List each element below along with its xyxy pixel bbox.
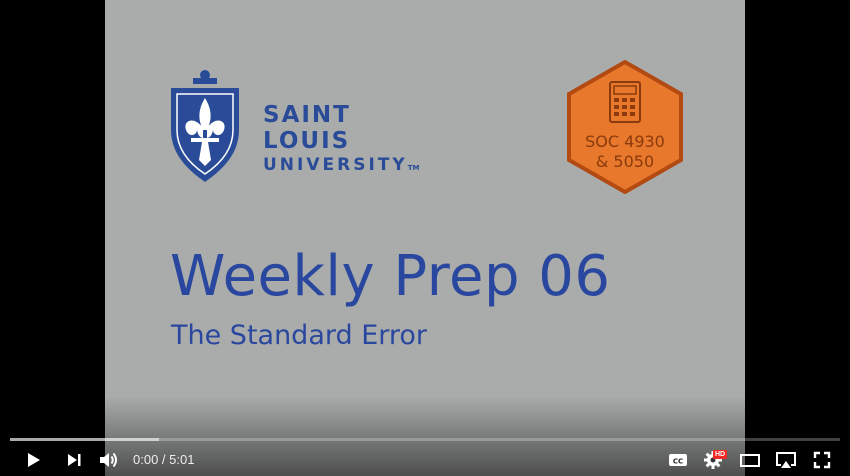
next-button[interactable]: [56, 444, 92, 476]
course-badge-line1: SOC 4930: [585, 132, 665, 151]
cast-button[interactable]: [768, 444, 804, 476]
slide-title: Weekly Prep 06: [170, 244, 611, 309]
duration: 5:01: [169, 452, 195, 467]
volume-button[interactable]: [91, 444, 127, 476]
next-icon: [68, 454, 81, 466]
captions-button[interactable]: CC: [660, 444, 696, 476]
play-button[interactable]: [15, 444, 51, 476]
university-name-line1: SAINT LOUIS: [263, 102, 351, 154]
calculator-hex-badge-icon: [567, 59, 683, 195]
svg-text:CC: CC: [673, 458, 683, 466]
current-time: 0:00: [133, 452, 159, 467]
play-icon: [28, 453, 40, 467]
progress-bar[interactable]: [10, 438, 840, 441]
theater-icon: [740, 454, 760, 467]
slide-subtitle: The Standard Error: [171, 320, 428, 351]
theater-mode-button[interactable]: [732, 444, 768, 476]
course-badge-line2: & 5050: [595, 152, 655, 171]
fullscreen-button[interactable]: [804, 444, 840, 476]
hd-badge: HD: [713, 450, 728, 459]
volume-icon: [100, 452, 117, 468]
player-controls: 0:00 / 5:01 CC HD: [0, 444, 850, 476]
trademark-mark: TM: [407, 164, 420, 172]
time-display: 0:00 / 5:01: [133, 444, 194, 476]
time-separator: /: [158, 452, 170, 467]
progress-buffered: [10, 438, 160, 441]
university-logo: SAINT LOUIS UNIVERSITYTM: [167, 68, 447, 186]
video-player[interactable]: SAINT LOUIS UNIVERSITYTM SOC 4930 & 5050…: [0, 0, 850, 476]
university-name-line2: UNIVERSITY: [263, 155, 408, 175]
fullscreen-icon: [813, 451, 831, 469]
settings-button[interactable]: HD: [695, 444, 731, 476]
cc-icon: CC: [669, 454, 687, 466]
shield-crest-icon: [171, 70, 239, 182]
airplay-icon: [776, 452, 796, 468]
university-name: SAINT LOUIS UNIVERSITYTM: [263, 102, 447, 179]
course-badge: SOC 4930 & 5050: [566, 59, 684, 195]
